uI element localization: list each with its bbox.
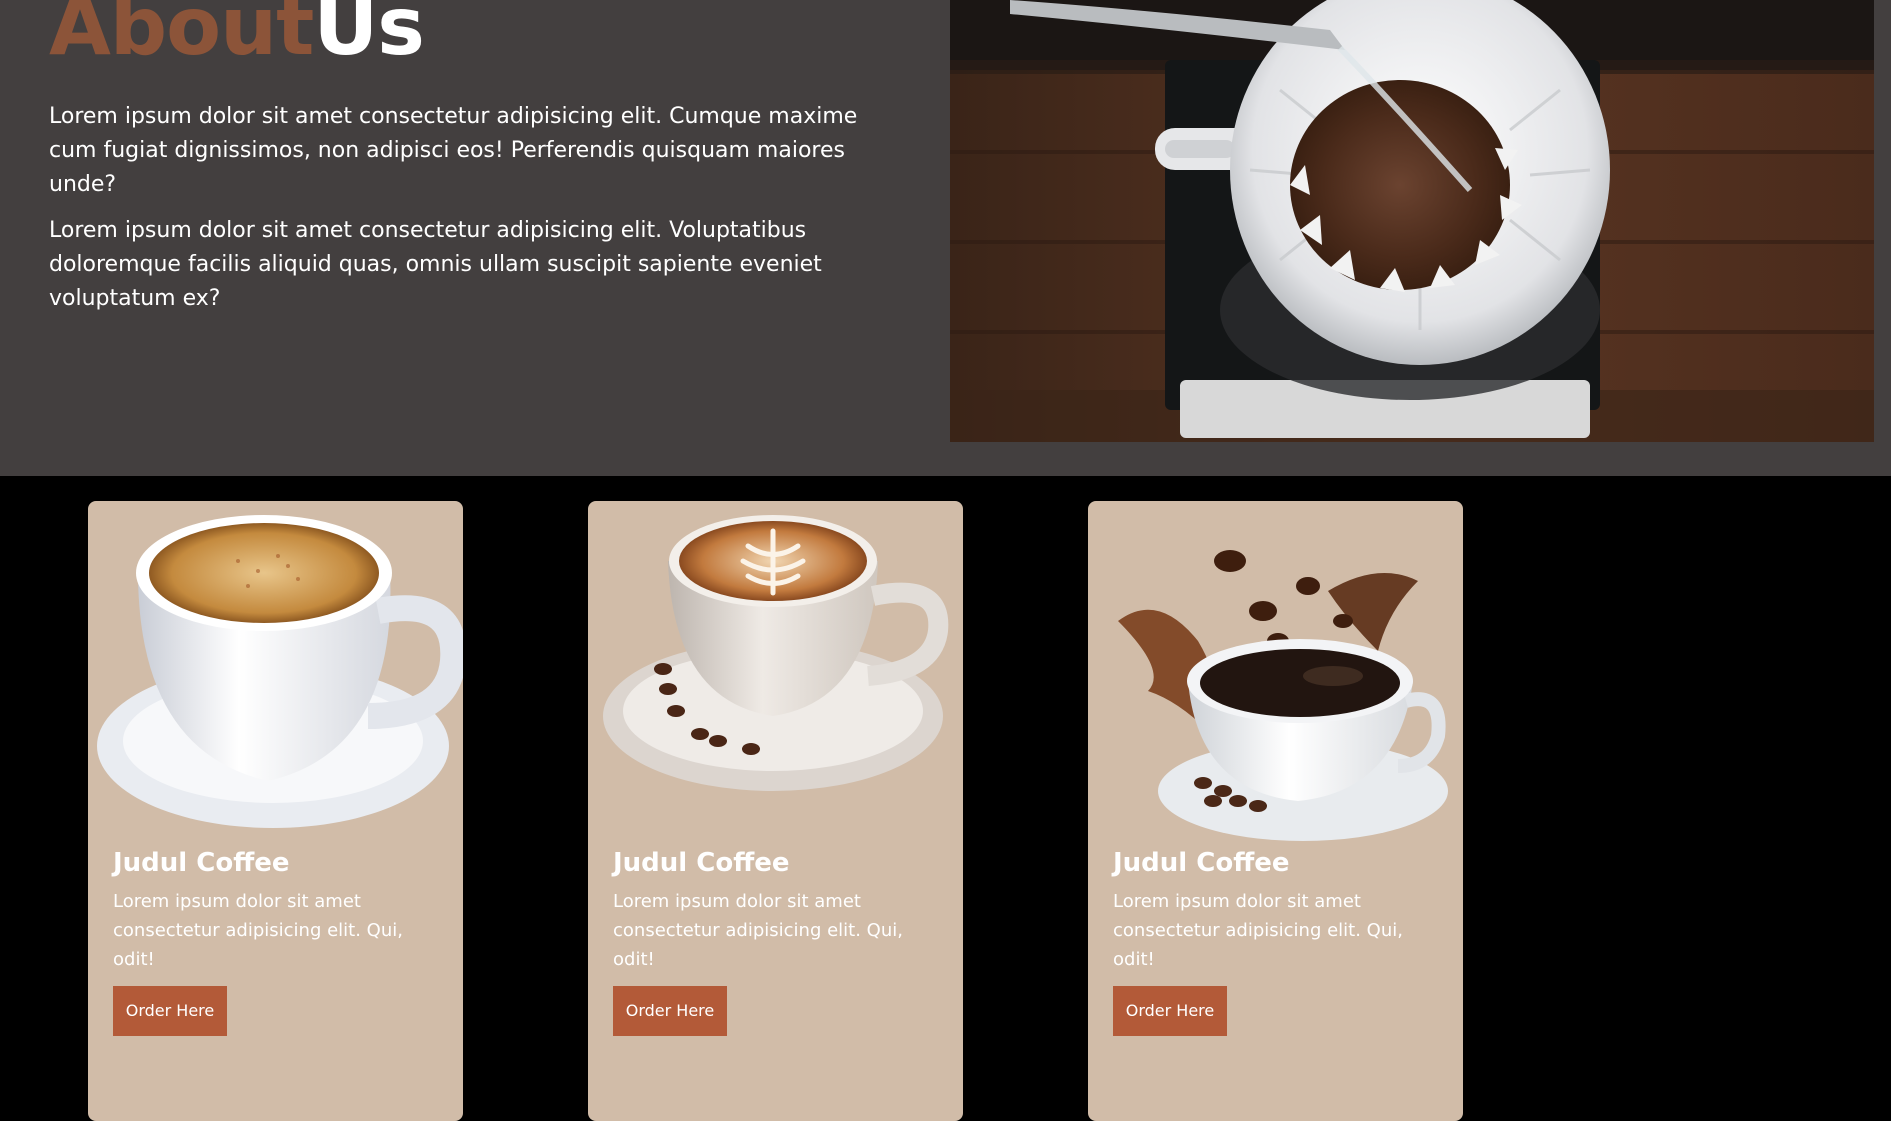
card-title: Judul Coffee [613, 848, 790, 878]
menu-card: Judul Coffee Lorem ipsum dolor sit amet … [1088, 501, 1463, 1121]
card-description: Lorem ipsum dolor sit amet consectetur a… [1113, 891, 1403, 970]
card-description: Lorem ipsum dolor sit amet consectetur a… [613, 891, 903, 970]
about-title-main: Us [313, 0, 425, 73]
menu-card: Judul Coffee Lorem ipsum dolor sit amet … [588, 501, 963, 1121]
card-title: Judul Coffee [113, 848, 290, 878]
card-description: Lorem ipsum dolor sit amet consectetur a… [113, 891, 403, 970]
latte-art-cup-image [588, 501, 963, 851]
card-title: Judul Coffee [1113, 848, 1290, 878]
about-section: AboutUs Lorem ipsum dolor sit amet conse… [0, 0, 1891, 476]
latte-art-cup-graphic [603, 515, 949, 791]
pour-over-coffee-photo [950, 0, 1874, 442]
about-title-accent: About [49, 0, 314, 73]
order-here-button[interactable]: Order Here [1113, 986, 1227, 1036]
menu-card: Judul Coffee Lorem ipsum dolor sit amet … [88, 501, 463, 1121]
order-here-button[interactable]: Order Here [113, 986, 227, 1036]
order-here-button[interactable]: Order Here [613, 986, 727, 1036]
about-paragraph-2: Lorem ipsum dolor sit amet consectetur a… [49, 218, 822, 311]
cappuccino-cup-graphic [97, 515, 463, 828]
cappuccino-cup-image [88, 501, 463, 851]
menu-section: Judul Coffee Lorem ipsum dolor sit amet … [0, 476, 1891, 1121]
about-title: AboutUs [49, 0, 425, 73]
coffee-splash-cup-graphic [1118, 550, 1448, 841]
coffee-splash-cup-image [1088, 501, 1463, 851]
about-paragraph-1: Lorem ipsum dolor sit amet consectetur a… [49, 104, 858, 197]
about-text: Lorem ipsum dolor sit amet consectetur a… [49, 100, 889, 328]
pour-over-photo-graphic [950, 0, 1874, 442]
